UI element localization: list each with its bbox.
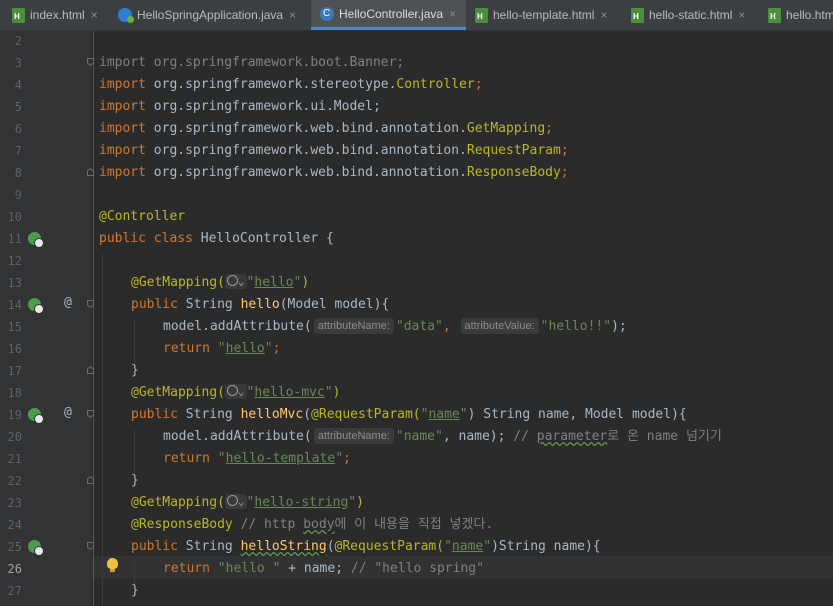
code-line-15[interactable]: model.addAttribute(attributeName: "data",… xyxy=(163,316,627,338)
line-number: 16 xyxy=(7,342,22,356)
fold-close-icon[interactable] xyxy=(87,168,94,176)
tab-hello-template[interactable]: hello-template.html × xyxy=(475,0,607,30)
parameter-hint: attributeName: xyxy=(313,428,394,444)
line-number: 2 xyxy=(14,34,22,48)
spring-boot-icon xyxy=(118,8,134,23)
globe-icon[interactable]: ⌄ xyxy=(224,384,247,399)
parameter-hint: attributeName: xyxy=(313,318,394,334)
line-number: 14 xyxy=(7,298,22,312)
tab-label: hello-static.html xyxy=(649,8,733,22)
tab-index-html[interactable]: index.html × xyxy=(12,0,98,30)
line-number: 9 xyxy=(14,188,22,202)
html-file-icon xyxy=(475,7,488,23)
close-icon[interactable]: × xyxy=(449,7,456,21)
tab-hello-static[interactable]: hello-static.html × xyxy=(631,0,745,30)
code-line-4[interactable]: import org.springframework.stereotype.Co… xyxy=(99,74,483,96)
endpoint-at-icon[interactable]: @ xyxy=(64,295,72,310)
line-number: 5 xyxy=(14,100,22,114)
line-number: 11 xyxy=(7,232,22,246)
fold-close-icon[interactable] xyxy=(87,476,94,484)
tab-label: HelloController.java xyxy=(339,6,444,21)
code-line-10[interactable]: @Controller xyxy=(99,206,185,228)
tab-hello-controller[interactable]: HelloController.java × xyxy=(311,0,467,30)
close-icon[interactable]: × xyxy=(91,8,98,22)
tab-hello-spring-application[interactable]: HelloSpringApplication.java × xyxy=(118,0,296,30)
fold-open-icon[interactable] xyxy=(87,410,94,418)
spring-mapping-icon[interactable] xyxy=(28,540,44,556)
globe-icon[interactable]: ⌄ xyxy=(224,274,247,289)
line-number: 18 xyxy=(7,386,22,400)
line-number: 19 xyxy=(7,408,22,422)
editor-tab-bar: index.html × HelloSpringApplication.java… xyxy=(0,0,833,31)
line-number: 10 xyxy=(7,210,22,224)
code-line-21[interactable]: return "hello-template"; xyxy=(163,448,351,470)
code-line-11[interactable]: public class HelloController { xyxy=(99,228,334,250)
line-number: 24 xyxy=(7,518,22,532)
globe-icon[interactable]: ⌄ xyxy=(224,494,247,509)
code-line-23[interactable]: @GetMapping(⌄ "hello-string") xyxy=(131,492,364,514)
tab-label: index.html xyxy=(30,8,85,22)
line-number: 22 xyxy=(7,474,22,488)
line-number: 17 xyxy=(7,364,22,378)
code-line-7[interactable]: import org.springframework.web.bind.anno… xyxy=(99,140,569,162)
code-line-26[interactable]: return "hello " + name; // "hello spring… xyxy=(163,558,484,580)
line-number: 3 xyxy=(14,56,22,70)
parameter-hint: attributeValue: xyxy=(460,318,539,334)
fold-open-icon[interactable] xyxy=(87,58,94,66)
line-number: 4 xyxy=(14,78,22,92)
code-line-19[interactable]: public String helloMvc(@RequestParam("na… xyxy=(131,404,687,426)
spring-mapping-icon[interactable] xyxy=(28,408,44,424)
line-number: 12 xyxy=(7,254,22,268)
java-class-icon xyxy=(320,6,334,21)
code-line-18[interactable]: @GetMapping(⌄ "hello-mvc") xyxy=(131,382,340,404)
html-file-icon xyxy=(768,7,781,23)
code-line-20[interactable]: model.addAttribute(attributeName: "name",… xyxy=(163,426,722,448)
endpoint-at-icon[interactable]: @ xyxy=(64,405,72,420)
line-number: 6 xyxy=(14,122,22,136)
line-number: 20 xyxy=(7,430,22,444)
line-number: 23 xyxy=(7,496,22,510)
line-number: 13 xyxy=(7,276,22,290)
html-file-icon xyxy=(631,7,644,23)
line-number-current: 26 xyxy=(7,562,22,576)
line-number: 7 xyxy=(14,144,22,158)
line-number: 25 xyxy=(7,540,22,554)
line-number: 8 xyxy=(14,166,22,180)
code-line-25[interactable]: public String helloString(@RequestParam(… xyxy=(131,536,601,558)
code-line-6[interactable]: import org.springframework.web.bind.anno… xyxy=(99,118,553,140)
code-line-27[interactable]: } xyxy=(131,580,139,602)
tab-hello-html[interactable]: hello.htm xyxy=(768,0,833,30)
code-line-24[interactable]: @ResponseBody // http body에 이 내용을 직접 넣겠다… xyxy=(131,514,493,536)
tab-label: HelloSpringApplication.java xyxy=(137,8,284,22)
gutter-separator xyxy=(93,31,94,606)
fold-close-icon[interactable] xyxy=(87,366,94,374)
code-line-13[interactable]: @GetMapping(⌄ "hello") xyxy=(131,272,309,294)
line-number: 15 xyxy=(7,320,22,334)
tab-label: hello-template.html xyxy=(493,8,595,22)
indent-guide xyxy=(102,254,103,606)
indent-guide xyxy=(134,320,135,364)
close-icon[interactable]: × xyxy=(600,8,607,22)
html-file-icon xyxy=(12,7,25,23)
code-line-16[interactable]: return "hello"; xyxy=(163,338,280,360)
fold-open-icon[interactable] xyxy=(87,300,94,308)
line-number: 27 xyxy=(7,584,22,598)
code-line-8[interactable]: import org.springframework.web.bind.anno… xyxy=(99,162,569,184)
code-line-5[interactable]: import org.springframework.ui.Model; xyxy=(99,96,381,118)
tab-label: hello.htm xyxy=(786,8,833,22)
line-number: 21 xyxy=(7,452,22,466)
indent-guide xyxy=(134,430,135,474)
code-line-14[interactable]: public String hello(Model model){ xyxy=(131,294,389,316)
lightbulb-icon[interactable] xyxy=(107,558,118,572)
close-icon[interactable]: × xyxy=(289,8,296,22)
spring-mapping-icon[interactable] xyxy=(28,298,44,314)
fold-open-icon[interactable] xyxy=(87,542,94,550)
close-icon[interactable]: × xyxy=(738,8,745,22)
spring-bean-icon[interactable] xyxy=(28,232,44,248)
code-line-22[interactable]: } xyxy=(131,470,139,492)
code-line-17[interactable]: } xyxy=(131,360,139,382)
code-line-3[interactable]: import org.springframework.boot.Banner; xyxy=(99,52,404,74)
